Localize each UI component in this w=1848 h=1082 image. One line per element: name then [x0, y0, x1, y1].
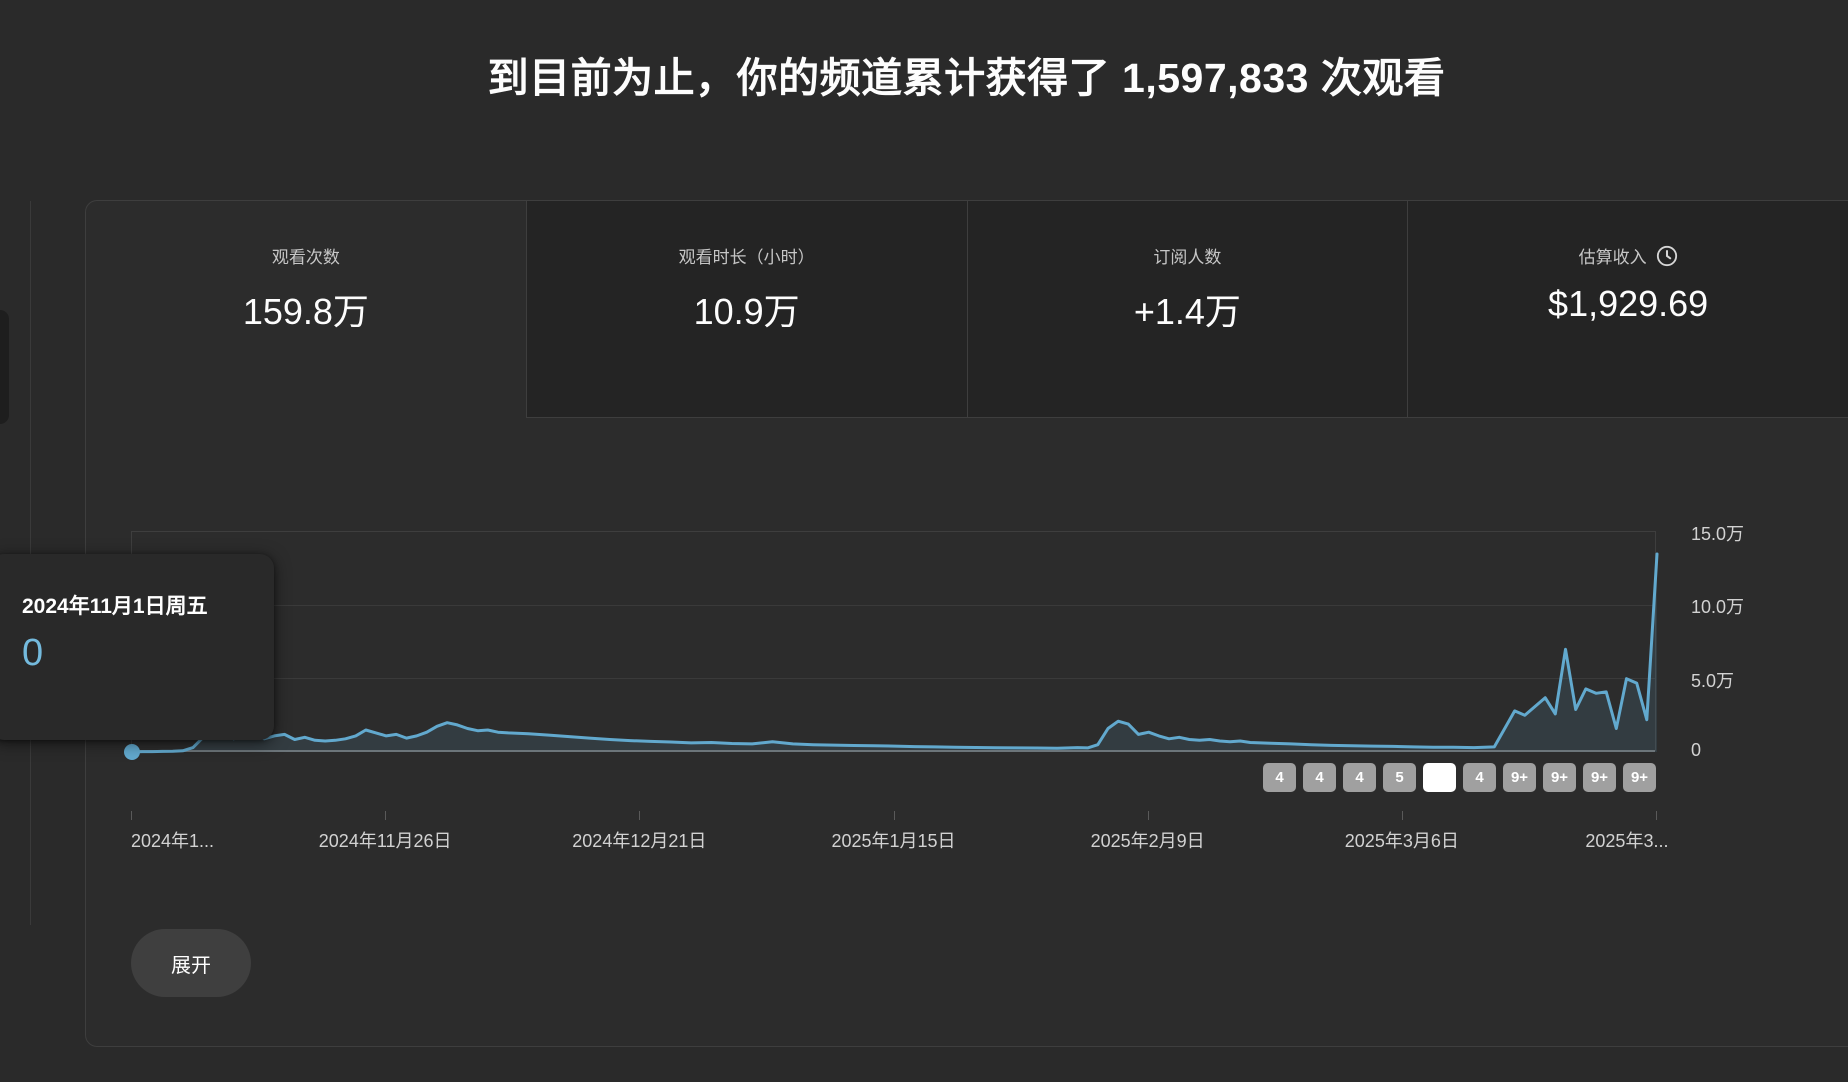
metric-tabs: 观看次数 159.8万 观看时长（小时） 10.9万 订阅人数 +1.4万 估算…: [86, 201, 1848, 418]
x-axis-label: 2025年2月9日: [1091, 827, 1205, 853]
tab-subscribers-value: +1.4万: [1134, 283, 1241, 335]
x-axis-label: 2025年3月6日: [1345, 827, 1459, 853]
x-axis-label: 2025年3...: [1585, 827, 1668, 853]
tab-watch-time-value: 10.9万: [694, 283, 800, 335]
tab-views-label: 观看次数: [272, 243, 340, 268]
page-title: 到目前为止，你的频道累计获得了 1,597,833 次观看: [85, 44, 1848, 104]
badge-count[interactable]: 4: [1463, 763, 1496, 792]
tab-watch-time[interactable]: 观看时长（小时） 10.9万: [526, 201, 967, 418]
x-axis-tick: [639, 811, 640, 820]
x-axis-label: 2024年11月26日: [319, 827, 452, 853]
badge-count[interactable]: 4: [1343, 763, 1376, 792]
badge-count[interactable]: 9+: [1543, 763, 1576, 792]
tooltip-date: 2024年11月1日周五: [22, 590, 274, 620]
tab-watch-time-label: 观看时长（小时）: [679, 243, 815, 268]
x-axis-label: 2024年1...: [131, 827, 214, 853]
tab-revenue-value: $1,929.69: [1548, 283, 1708, 325]
badge-count[interactable]: 4: [1263, 763, 1296, 792]
x-axis-tick: [131, 811, 132, 820]
expand-button[interactable]: 展开: [131, 929, 251, 997]
tab-views-value: 159.8万: [243, 283, 369, 335]
badge-count[interactable]: 9+: [1623, 763, 1656, 792]
badge-count[interactable]: 5: [1383, 763, 1416, 792]
y-axis-label: 5.0万: [1691, 667, 1734, 693]
x-axis-tick: [385, 811, 386, 820]
tab-subscribers-label: 订阅人数: [1153, 243, 1221, 268]
tooltip-value: 0: [22, 632, 274, 675]
badge-count[interactable]: 9+: [1503, 763, 1536, 792]
tab-views[interactable]: 观看次数 159.8万: [86, 201, 526, 418]
clock-icon: [1656, 245, 1678, 267]
x-axis-tick: [1402, 811, 1403, 820]
x-axis-tick: [1148, 811, 1149, 820]
badge-count[interactable]: 4: [1303, 763, 1336, 792]
y-axis-label: 15.0万: [1691, 520, 1744, 546]
left-edge-fragment: [0, 310, 9, 424]
y-axis-label: 10.0万: [1691, 593, 1744, 619]
tab-revenue-label: 估算收入: [1579, 243, 1678, 268]
x-axis-label: 2025年1月15日: [831, 827, 955, 853]
badge-active[interactable]: [1423, 763, 1456, 792]
summary-card: 观看次数 159.8万 观看时长（小时） 10.9万 订阅人数 +1.4万 估算…: [85, 200, 1848, 1047]
x-axis-tick: [1656, 811, 1657, 820]
x-axis-tick: [894, 811, 895, 820]
x-axis: 2024年1...2024年11月26日2024年12月21日2025年1月15…: [131, 531, 1656, 751]
chart-tooltip: 2024年11月1日周五 0: [0, 554, 274, 740]
tab-revenue[interactable]: 估算收入 $1,929.69: [1407, 201, 1848, 418]
y-axis: 15.0万10.0万5.0万0: [1691, 531, 1841, 751]
tab-subscribers[interactable]: 订阅人数 +1.4万: [967, 201, 1408, 418]
annotation-badges-row: 444549+9+9+9+: [131, 763, 1656, 792]
x-axis-label: 2024年12月21日: [572, 827, 706, 853]
badge-count[interactable]: 9+: [1583, 763, 1616, 792]
y-axis-label: 0: [1691, 740, 1701, 761]
